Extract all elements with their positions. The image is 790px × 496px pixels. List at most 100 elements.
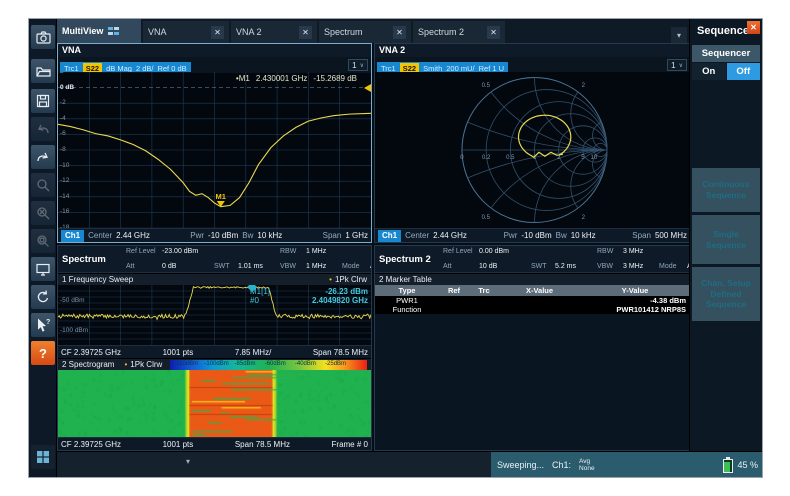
vna-channel-chip[interactable]: Ch1 [61, 230, 84, 242]
marker-table-title: 2 Marker Table [379, 275, 432, 284]
page: ? ? MultiView VNA ✕ VNA 2 ✕ Spectrum [0, 0, 790, 496]
vna-span[interactable]: 1 GHz [345, 231, 368, 240]
vna-trace-header[interactable]: Trc1 S22 dB Mag 2 dB/ Ref 0 dB 1 ∨ [58, 57, 371, 72]
svg-text:0.5: 0.5 [506, 155, 515, 161]
zoom-button[interactable] [31, 173, 55, 197]
sequencer-off-button[interactable]: Off [727, 63, 761, 80]
spectrum-cf[interactable]: CF 2.39725 GHz [61, 348, 121, 357]
spectrum-swt[interactable]: 1.01 ms [238, 263, 280, 270]
svg-text:?: ? [46, 319, 50, 326]
redo-button[interactable] [31, 145, 55, 169]
svg-text:0.5: 0.5 [482, 215, 491, 221]
undo-button[interactable] [31, 117, 55, 141]
status-caret-button[interactable]: ▾ [186, 457, 190, 466]
panel-spectrum2[interactable]: Spectrum 2 Ref Level 0.00 dBm RBW 3 MHz … [374, 245, 691, 451]
help-button[interactable]: ? [31, 341, 55, 365]
spectrogram-graph[interactable] [58, 370, 371, 437]
vna2-center-freq[interactable]: 2.44 GHz [433, 231, 467, 240]
vna2-trace-header[interactable]: Trc1 S22 Smith 200 mU/ Ref 1 U 1 ∨ [375, 57, 690, 72]
vna-bandwidth[interactable]: 10 kHz [257, 231, 282, 240]
panel-vna[interactable]: VNA Trc1 S22 dB Mag 2 dB/ Ref 0 dB 1 ∨ [57, 43, 372, 243]
vna-marker-m1[interactable]: M1 [216, 192, 226, 207]
spectrogram-cf[interactable]: CF 2.39725 GHz [61, 440, 121, 449]
spectrum2-ref-level[interactable]: 0.00 dBm [479, 248, 531, 255]
spectrum-channel-name[interactable]: Spectrum [62, 254, 120, 265]
vna-y-label: -2 [60, 99, 66, 106]
instrument-screen: ? ? MultiView VNA ✕ VNA 2 ✕ Spectrum [28, 18, 763, 478]
spectrogram-frame[interactable]: Frame # 0 [332, 440, 368, 449]
spectrum-points: 1001 pts [163, 348, 194, 357]
panel-vna2[interactable]: VNA 2 Trc1 S22 Smith 200 mU/ Ref 1 U 1 ∨ [374, 43, 691, 243]
frequency-sweep-window-title[interactable]: 1 Frequency Sweep •1Pk Clrw [58, 273, 371, 285]
sequencer-on-button[interactable]: On [692, 63, 726, 80]
context-help-button[interactable]: ? [31, 313, 55, 337]
sequencer-close-icon[interactable]: ✕ [747, 21, 760, 34]
vna2-span[interactable]: 500 MHz [655, 231, 687, 240]
legend-label: -40dBm [295, 361, 316, 367]
vna2-smith-graph[interactable]: 00.20.5125100.5120.52 [375, 72, 690, 228]
single-sequence-button[interactable]: Single Sequence [692, 215, 760, 264]
marker-table-row[interactable]: Function PWR101412 NRP8S [375, 305, 690, 314]
vna-marker-x: 2.430001 GHz [256, 74, 308, 83]
vna2-bandwidth[interactable]: 10 kHz [571, 231, 596, 240]
svg-text:2: 2 [582, 83, 586, 89]
svg-text:0: 0 [460, 155, 464, 161]
zoom-off-button[interactable] [31, 201, 55, 225]
spectrum2-att[interactable]: 10 dB [479, 263, 531, 270]
vna-y-label: -12 [60, 177, 69, 184]
open-file-button[interactable] [31, 59, 55, 83]
tab-vna2-close-icon[interactable]: ✕ [299, 26, 312, 39]
tab-spectrum2[interactable]: Spectrum 2 ✕ [413, 21, 505, 43]
spectrum2-channel-name[interactable]: Spectrum 2 [379, 254, 437, 265]
spectrogram-title: 2 Spectrogram [62, 360, 114, 369]
frequency-sweep-graph[interactable]: -50 dBm-100 dBm M1[1]-26.23 dBm #02.4049… [58, 285, 371, 345]
spectrum2-swt[interactable]: 5.2 ms [555, 263, 597, 270]
vna2-channel-chip[interactable]: Ch1 [378, 230, 401, 242]
marker-table-row[interactable]: PWR1 -4.38 dBm [375, 296, 690, 305]
screenshot-camera-button[interactable] [31, 25, 55, 49]
spectrogram-span[interactable]: Span 78.5 MHz [235, 440, 290, 449]
spectrogram-points: 1001 pts [163, 440, 194, 449]
spectrum-att[interactable]: 0 dB [162, 263, 214, 270]
vna-window-select[interactable]: 1 ∨ [348, 59, 368, 71]
tab-spectrum2-close-icon[interactable]: ✕ [487, 26, 500, 39]
vna-graph[interactable]: 20 dB-2-4-6-8-10-12-14-16-18 •M1 2.43000… [58, 72, 371, 228]
tab-vna[interactable]: VNA ✕ [143, 21, 229, 43]
save-button[interactable] [31, 89, 55, 113]
spectrum-mode[interactable]: Auto Sweep [370, 263, 372, 270]
ref-level-triangle-icon [364, 84, 371, 92]
vna2-window-select[interactable]: 1 ∨ [667, 59, 687, 71]
tab-spectrum[interactable]: Spectrum ✕ [319, 21, 411, 43]
marker-table: Type Ref Trc X-Value Y-Value PWR1 -4.38 … [375, 285, 690, 314]
tab-overflow-button[interactable]: ▾ [671, 27, 687, 43]
tab-spectrum-close-icon[interactable]: ✕ [393, 26, 406, 39]
trace-mode-label: 1Pk Clrw [130, 360, 162, 369]
continuous-sequence-button[interactable]: Continuous Sequence [692, 168, 760, 212]
status-average-info: Avg None [579, 458, 595, 472]
chan-setup-defined-sequence-button[interactable]: Chan. Setup Defined Sequence [692, 267, 760, 321]
spectrum-vbw[interactable]: 1 MHz [306, 263, 342, 270]
vna-center-freq[interactable]: 2.44 GHz [116, 231, 150, 240]
windows-start-button[interactable] [31, 445, 55, 469]
spectrum-ref-level[interactable]: -23.00 dBm [162, 248, 214, 255]
sequencer-softkey-label: Sequencer [692, 45, 760, 62]
spectrum2-rbw[interactable]: 3 MHz [623, 248, 659, 255]
tab-vna-close-icon[interactable]: ✕ [211, 26, 224, 39]
tab-vna2[interactable]: VNA 2 ✕ [231, 21, 317, 43]
spectrum-rbw[interactable]: 1 MHz [306, 248, 342, 255]
preset-refresh-button[interactable] [31, 285, 55, 309]
spectrogram-window-title[interactable]: 2 Spectrogram •1Pk Clrw -110dBm-100dBm-8… [58, 358, 371, 370]
vna-power[interactable]: -10 dBm [208, 231, 238, 240]
display-config-button[interactable] [31, 257, 55, 281]
vna2-power[interactable]: -10 dBm [521, 231, 551, 240]
vna-y-label: -16 [60, 209, 69, 216]
multiple-zoom-button[interactable] [31, 229, 55, 253]
spectrum-span[interactable]: Span 78.5 MHz [313, 348, 368, 357]
spectrum2-vbw[interactable]: 3 MHz [623, 263, 659, 270]
spectrum2-channel-header: Spectrum 2 Ref Level 0.00 dBm RBW 3 MHz … [375, 246, 690, 273]
spectrum-y-label: -100 dBm [60, 327, 88, 334]
panel-spectrum[interactable]: Spectrum Ref Level -23.00 dBm RBW 1 MHz … [57, 245, 372, 451]
trace-mode-label: 1Pk Clrw [335, 275, 367, 284]
marker-table-window-title[interactable]: 2 Marker Table [375, 273, 690, 285]
tab-multiview[interactable]: MultiView [57, 19, 141, 43]
